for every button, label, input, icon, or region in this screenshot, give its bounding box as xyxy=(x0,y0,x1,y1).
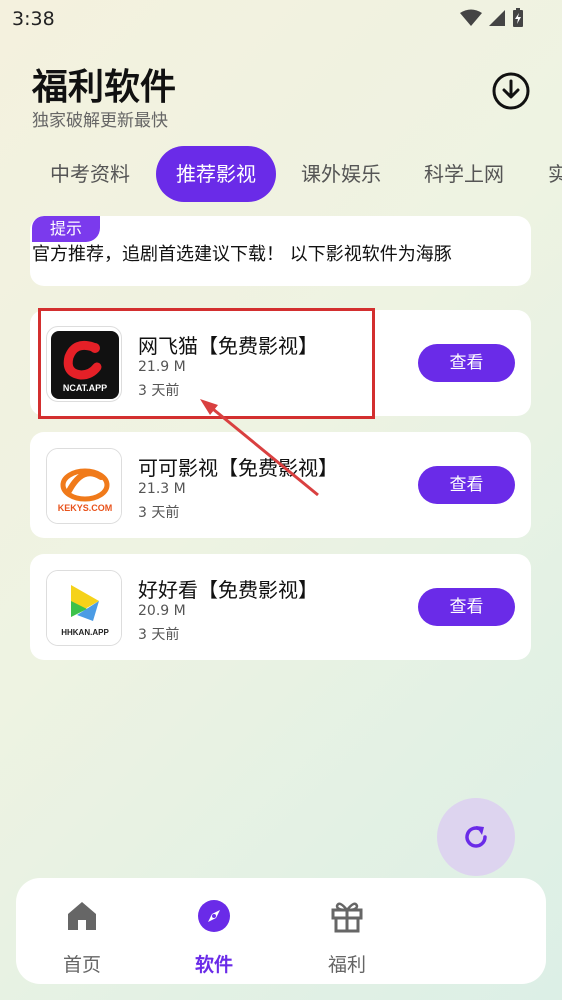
notice-card: 提示 官方推荐，追剧首选建议下载！ 以下影视软件为海豚 xyxy=(30,216,531,286)
view-button[interactable]: 查看 xyxy=(418,588,515,626)
signal-icon xyxy=(489,10,505,26)
app-icon-kekys: KEKYS.COM xyxy=(46,448,122,524)
view-button[interactable]: 查看 xyxy=(418,466,515,504)
nav-home[interactable]: 首页 xyxy=(37,892,127,978)
nav-label: 福利 xyxy=(327,954,366,976)
notice-badge: 提示 xyxy=(32,216,100,242)
app-card[interactable]: HHKAN.APP 好好看【免费影视】 20.9 M 3 天前 查看 xyxy=(30,554,531,660)
notice-marquee-text: 官方推荐，追剧首选建议下载！ 以下影视软件为海豚 xyxy=(32,244,452,265)
compass-icon xyxy=(198,900,230,932)
app-updated-time: 3 天前 xyxy=(138,505,180,521)
nav-label: 软件 xyxy=(194,954,233,976)
tab-partial[interactable]: 实 xyxy=(548,146,562,202)
battery-icon xyxy=(513,8,523,27)
download-button[interactable] xyxy=(490,70,532,112)
nav-welfare[interactable]: 福利 xyxy=(302,892,392,978)
bottom-navigation: 首页 软件 福利 xyxy=(16,878,546,984)
status-time: 3:38 xyxy=(12,8,55,30)
tab-recommended-video[interactable]: 推荐影视 xyxy=(156,146,276,202)
view-button[interactable]: 查看 xyxy=(418,344,515,382)
app-icon-label: KEKYS.COM xyxy=(58,503,113,513)
refresh-icon xyxy=(465,826,487,848)
app-updated-time: 3 天前 xyxy=(138,627,180,643)
app-size: 21.3 M xyxy=(138,481,186,497)
tab-zhongkao[interactable]: 中考资料 xyxy=(50,146,130,202)
gift-icon xyxy=(331,902,363,933)
refresh-button[interactable] xyxy=(437,798,515,876)
nav-label: 首页 xyxy=(62,954,101,976)
nav-software[interactable]: 软件 xyxy=(169,892,259,978)
download-icon xyxy=(492,72,530,110)
page-title: 福利软件 xyxy=(32,67,177,108)
status-icons xyxy=(460,8,524,28)
home-icon xyxy=(68,902,96,930)
app-name: 好好看【免费影视】 xyxy=(138,578,318,602)
page-subtitle: 独家破解更新最快 xyxy=(32,111,168,131)
tab-entertainment[interactable]: 课外娱乐 xyxy=(301,146,381,202)
app-size: 20.9 M xyxy=(138,603,186,619)
category-tabs: 中考资料 推荐影视 课外娱乐 科学上网 实 xyxy=(0,146,562,202)
annotation-arrow xyxy=(200,399,319,497)
status-bar: 3:38 xyxy=(0,0,562,40)
app-icon-hhkan: HHKAN.APP xyxy=(46,570,122,646)
wifi-icon xyxy=(460,9,482,26)
tab-science-web[interactable]: 科学上网 xyxy=(424,146,504,202)
app-icon-label: HHKAN.APP xyxy=(61,628,109,637)
